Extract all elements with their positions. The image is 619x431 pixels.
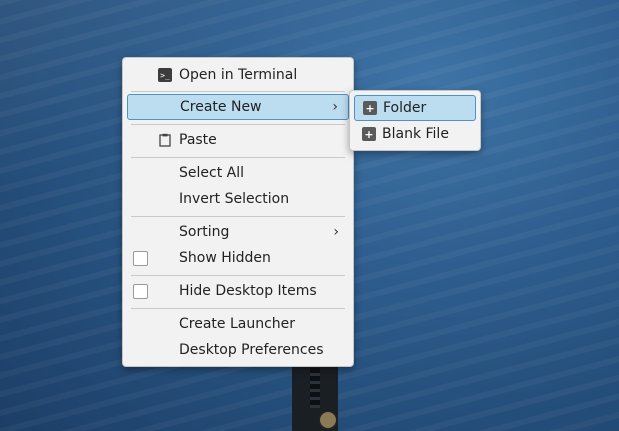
folder-plus-icon: + bbox=[363, 101, 377, 115]
menu-item-label: Desktop Preferences bbox=[179, 342, 324, 358]
file-plus-icon: + bbox=[362, 127, 376, 141]
checkbox-icon[interactable] bbox=[133, 283, 148, 299]
menu-item-create-new[interactable]: Create New › bbox=[127, 94, 349, 120]
menu-item-label: Sorting bbox=[179, 224, 230, 240]
menu-item-label: Open in Terminal bbox=[179, 67, 298, 83]
submenu-item-folder[interactable]: + Folder bbox=[354, 95, 476, 121]
menu-separator bbox=[131, 157, 345, 158]
menu-item-sorting[interactable]: Sorting › bbox=[127, 219, 349, 245]
chevron-right-icon: › bbox=[333, 224, 339, 240]
menu-item-desktop-preferences[interactable]: Desktop Preferences bbox=[127, 337, 349, 363]
menu-separator bbox=[131, 124, 345, 125]
menu-item-paste[interactable]: Paste bbox=[127, 127, 349, 153]
menu-item-label: Select All bbox=[179, 165, 244, 181]
wallpaper-clock bbox=[318, 410, 338, 430]
chevron-right-icon: › bbox=[332, 99, 338, 115]
menu-item-label: Paste bbox=[179, 132, 217, 148]
menu-separator bbox=[131, 216, 345, 217]
menu-item-label: Hide Desktop Items bbox=[179, 283, 317, 299]
menu-item-create-launcher[interactable]: Create Launcher bbox=[127, 311, 349, 337]
menu-item-label: Blank File bbox=[382, 126, 449, 142]
menu-item-label: Invert Selection bbox=[179, 191, 290, 207]
menu-item-invert-selection[interactable]: Invert Selection bbox=[127, 186, 349, 212]
menu-item-label: Create New bbox=[180, 99, 262, 115]
clipboard-icon bbox=[158, 133, 172, 147]
menu-separator bbox=[131, 91, 345, 92]
menu-separator bbox=[131, 308, 345, 309]
menu-item-label: Folder bbox=[383, 100, 427, 116]
menu-item-hide-desktop-items[interactable]: Hide Desktop Items bbox=[127, 278, 349, 304]
menu-item-open-in-terminal[interactable]: >_ Open in Terminal bbox=[127, 62, 349, 88]
menu-item-select-all[interactable]: Select All bbox=[127, 160, 349, 186]
menu-item-show-hidden[interactable]: Show Hidden bbox=[127, 245, 349, 271]
submenu-item-blank-file[interactable]: + Blank File bbox=[354, 121, 476, 147]
terminal-icon: >_ bbox=[158, 68, 172, 82]
create-new-submenu: + Folder + Blank File bbox=[349, 90, 481, 151]
menu-separator bbox=[131, 275, 345, 276]
menu-item-label: Show Hidden bbox=[179, 250, 271, 266]
checkbox-icon[interactable] bbox=[133, 250, 148, 266]
wallpaper-tower-silhouette bbox=[292, 360, 338, 431]
desktop-context-menu: >_ Open in Terminal Create New › Paste S… bbox=[122, 57, 354, 367]
menu-item-label: Create Launcher bbox=[179, 316, 296, 332]
